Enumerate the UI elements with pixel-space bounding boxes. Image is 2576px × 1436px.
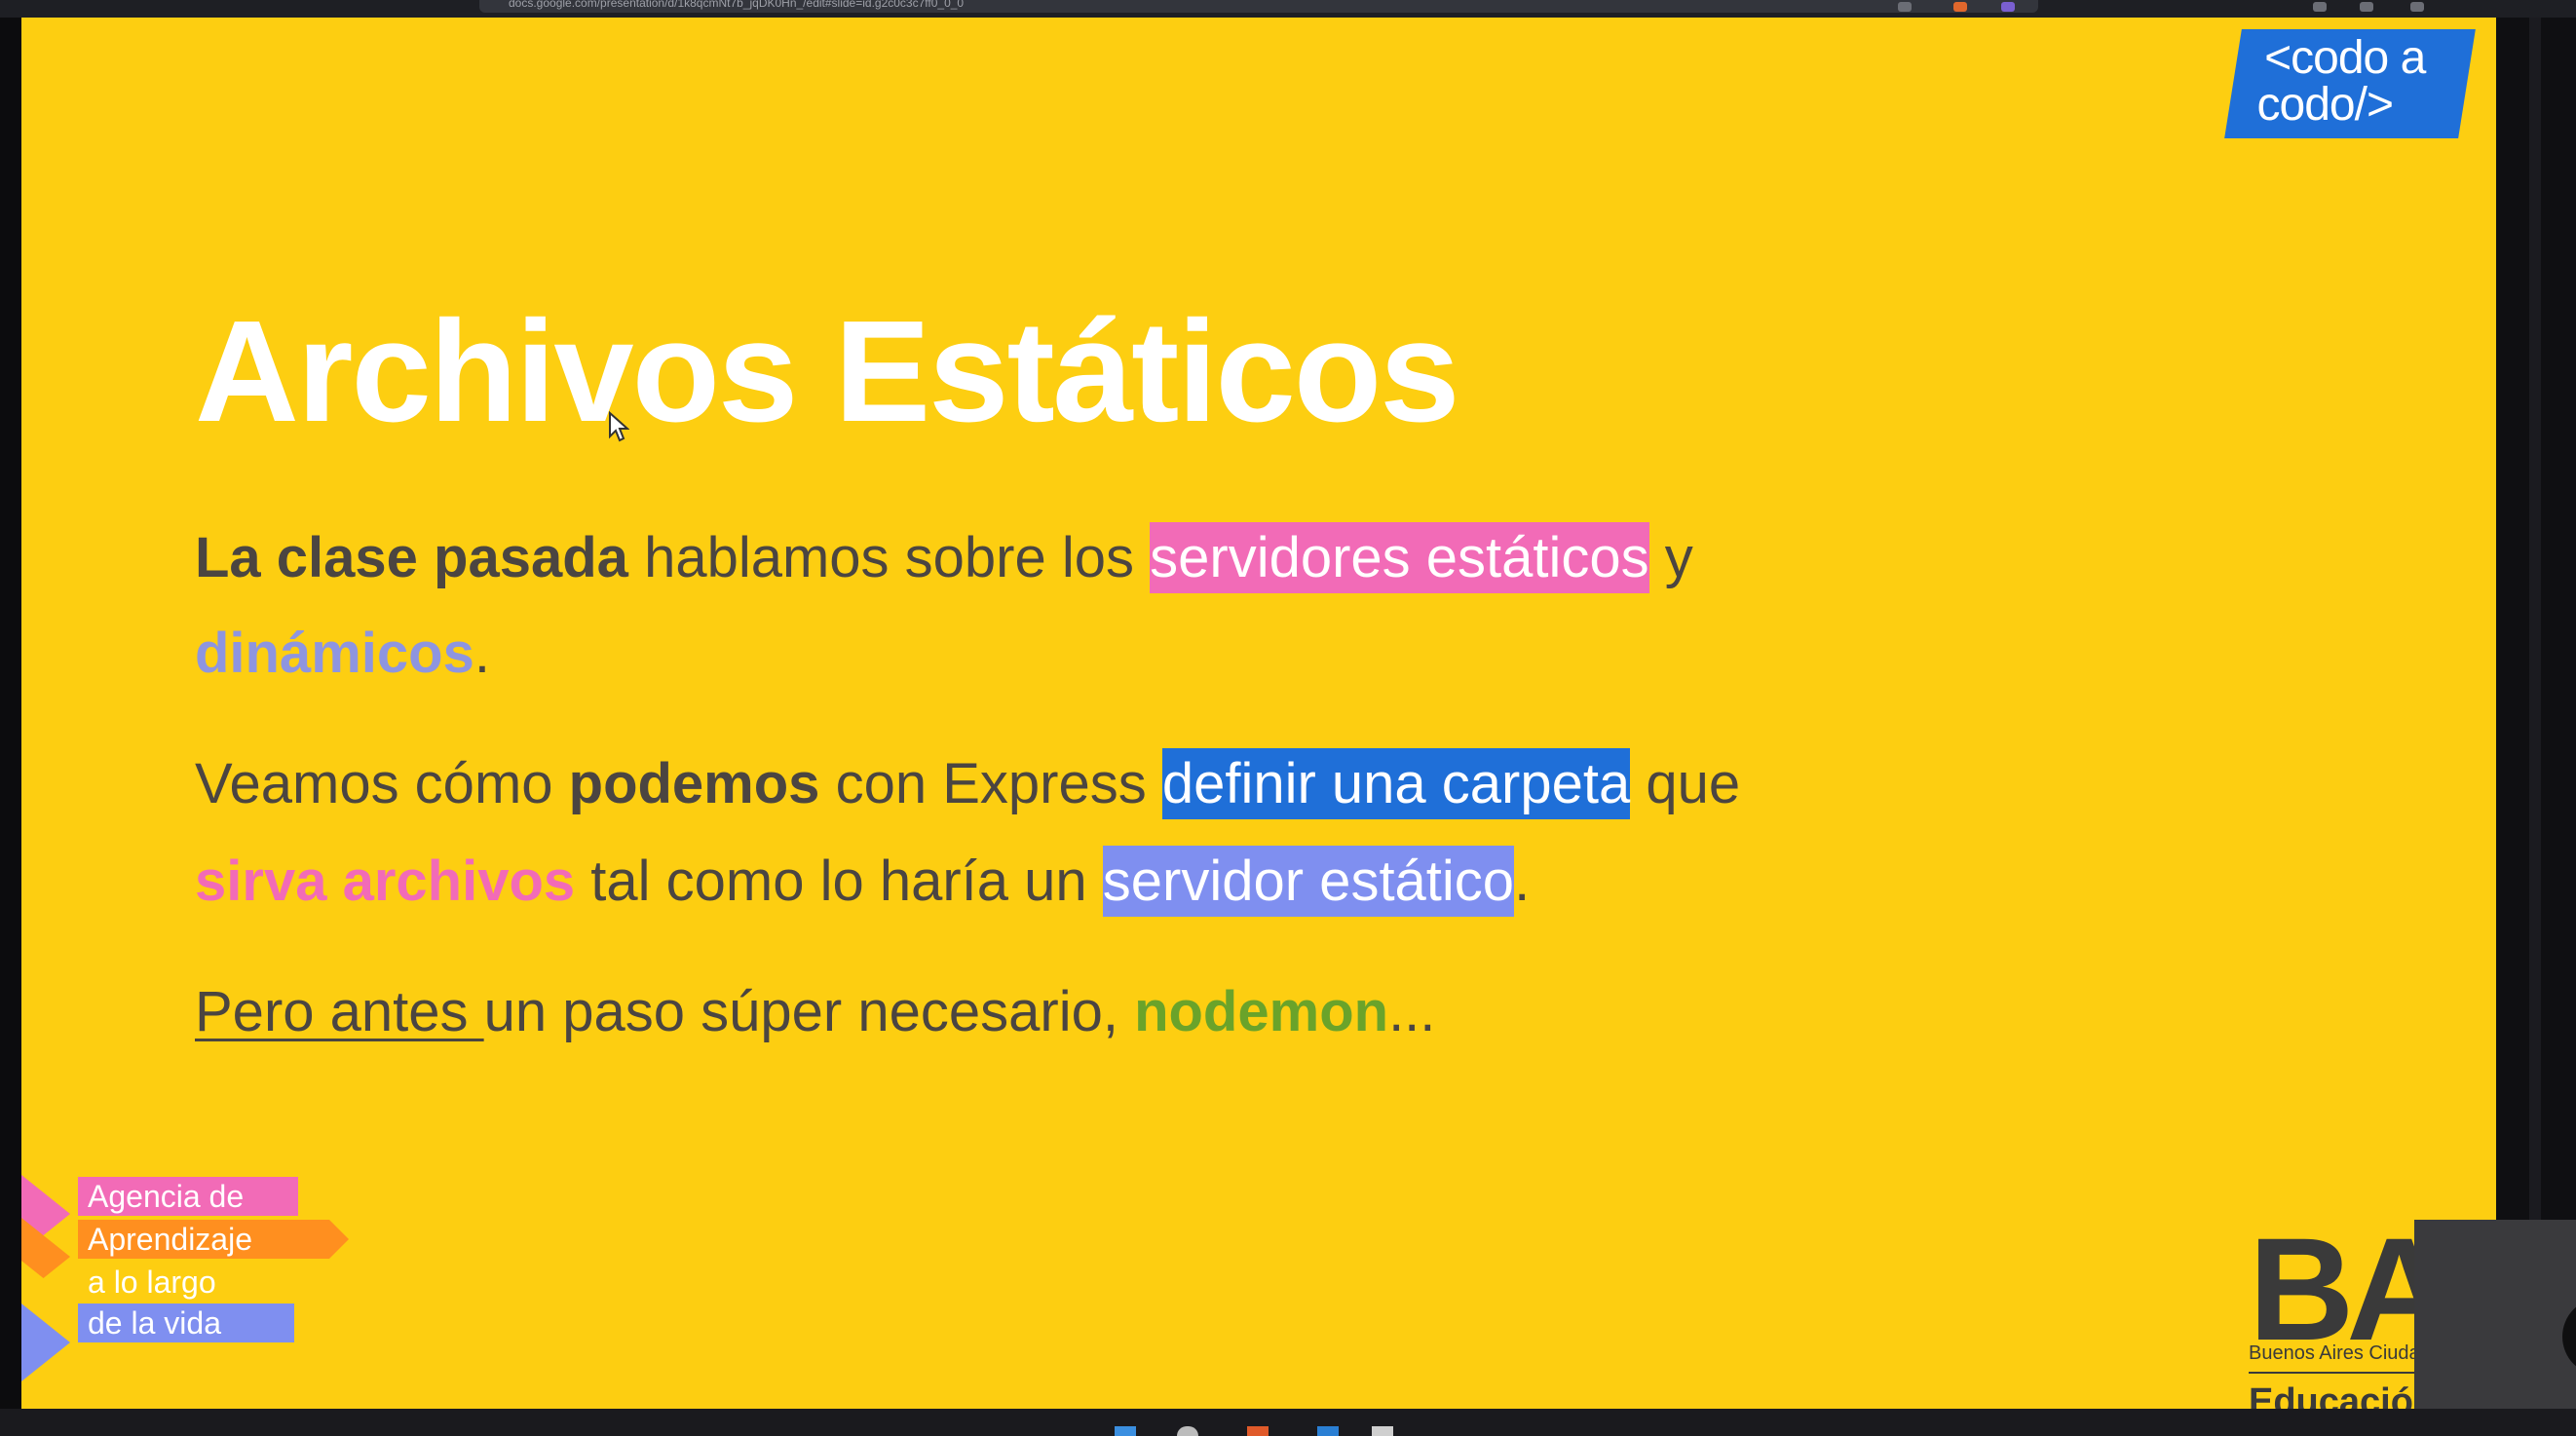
ba-education-text: Educación (2249, 1381, 2437, 1409)
extension-icon[interactable] (1953, 2, 1967, 12)
p2-bold: podemos (568, 752, 820, 815)
browser-top-bar: docs.google.com/presentation/d/1k8qcmNt7… (0, 0, 2576, 18)
p3-colored-word: nodemon (1134, 980, 1389, 1043)
p2-line2-text: tal como lo haría un (575, 850, 1103, 913)
logo-line-2: codo/> (2256, 79, 2393, 131)
address-bar-url: docs.google.com/presentation/d/1k8qcmNt7… (509, 0, 965, 10)
window-restore-icon[interactable] (2360, 2, 2373, 12)
p1-end: . (474, 622, 490, 685)
right-panel (2496, 18, 2576, 1409)
p1-colored-word: dinámicos (195, 622, 474, 685)
p1-text-2: y (1648, 526, 1693, 589)
scrollbar[interactable] (2529, 18, 2541, 1409)
p3-underlined: Pero antes (195, 980, 484, 1043)
logo-line-1: <codo a (2264, 32, 2426, 84)
p2-text-3: que (1630, 752, 1741, 815)
start-menu-icon[interactable] (1115, 1426, 1136, 1436)
p2-colored-word: sirva archivos (195, 850, 576, 913)
os-taskbar (0, 1409, 2576, 1436)
paragraph-1-line-1: La clase pasada hablamos sobre los servi… (195, 522, 1693, 593)
user-avatar (2562, 1298, 2576, 1376)
file-explorer-icon[interactable] (1372, 1426, 1393, 1436)
p2-highlight: definir una carpeta (1161, 748, 1631, 819)
browser-app-icon[interactable] (1247, 1426, 1269, 1436)
agencia-line-2: Aprendizaje (88, 1222, 252, 1257)
ba-city-text: Buenos Aires Ciudad (2249, 1342, 2431, 1364)
bookmark-icon[interactable] (1898, 2, 1912, 12)
agencia-aprendizaje-logo: Agencia de Aprendizaje a lo largo de la … (21, 1175, 353, 1409)
code-editor-icon[interactable] (1317, 1426, 1339, 1436)
extension-icon-2[interactable] (2001, 2, 2015, 12)
p2-text-2: con Express (819, 752, 1162, 815)
search-icon[interactable] (1177, 1426, 1198, 1436)
agencia-line-1: Agencia de (88, 1179, 245, 1214)
p1-highlight: servidores estáticos (1150, 522, 1649, 593)
window-minimize-icon[interactable] (2313, 2, 2327, 12)
presentation-slide: <codo a codo/> Archivos Estáticos La cla… (21, 18, 2496, 1409)
p3-end: ... (1388, 980, 1436, 1043)
p1-bold: La clase pasada (195, 526, 628, 589)
p3-text: un paso súper necesario, (483, 980, 1135, 1043)
slide-title: Archivos Estáticos (195, 291, 1460, 452)
paragraph-3: Pero antes un paso súper necesario, node… (195, 984, 1435, 1040)
mouse-pointer-icon (609, 411, 629, 442)
address-bar[interactable]: docs.google.com/presentation/d/1k8qcmNt7… (479, 0, 2038, 13)
agencia-line-4: de la vida (88, 1305, 221, 1341)
p2-text: Veamos cómo (195, 752, 569, 815)
webcam-tile[interactable]: Tú (2414, 1220, 2576, 1436)
paragraph-2-line-2: sirva archivos tal como lo haría un serv… (195, 846, 1531, 917)
paragraph-1-line-2: dinámicos. (195, 625, 490, 682)
window-close-icon[interactable] (2410, 2, 2424, 12)
p2-end: . (1514, 850, 1531, 913)
p1-text: hablamos sobre los (627, 526, 1151, 589)
codo-a-codo-logo: <codo a codo/> (2224, 29, 2476, 138)
paragraph-2-line-1: Veamos cómo podemos con Express definir … (195, 748, 1740, 819)
p2-line2-highlight: servidor estático (1102, 846, 1515, 917)
agencia-line-3: a lo largo (88, 1265, 216, 1300)
